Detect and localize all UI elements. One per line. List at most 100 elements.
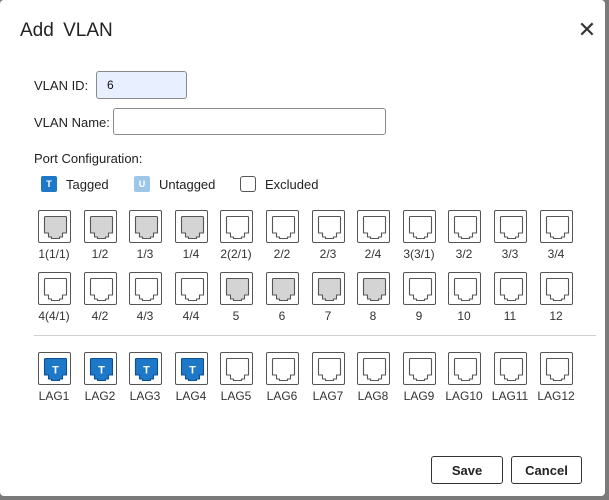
port-2-3[interactable]: 2/3	[312, 210, 348, 261]
cancel-button[interactable]: Cancel	[511, 456, 582, 484]
port-icon[interactable]	[312, 272, 345, 305]
port-icon[interactable]: T	[38, 352, 71, 385]
port-icon[interactable]	[403, 272, 436, 305]
close-icon[interactable]: ✕	[576, 19, 598, 41]
lag-lag9[interactable]: LAG9	[403, 352, 439, 403]
port-icon[interactable]	[403, 210, 436, 243]
vlan-id-label: VLAN ID:	[34, 78, 89, 93]
port-label: 2/2	[273, 247, 291, 261]
port-label: 9	[415, 309, 423, 323]
lag-lag5[interactable]: LAG5	[220, 352, 256, 403]
port-label: LAG1	[38, 389, 70, 403]
port-4-4[interactable]: 4/4	[175, 272, 211, 323]
port-label: LAG6	[266, 389, 298, 403]
port-icon[interactable]: T	[175, 352, 208, 385]
port-icon[interactable]: T	[84, 352, 117, 385]
port-6[interactable]: 6	[266, 272, 302, 323]
port-icon[interactable]	[448, 210, 481, 243]
legend-untagged: U Untagged	[134, 176, 215, 192]
port-icon[interactable]	[266, 352, 299, 385]
port-icon[interactable]	[312, 210, 345, 243]
port-label: 2/3	[319, 247, 337, 261]
port-label: LAG10	[445, 389, 483, 403]
port-icon[interactable]	[448, 352, 481, 385]
port-icon[interactable]	[175, 210, 208, 243]
svg-text:T: T	[52, 365, 59, 377]
lag-lag2[interactable]: T LAG2	[84, 352, 120, 403]
vlan-id-input[interactable]	[96, 71, 187, 99]
port-label: LAG2	[84, 389, 116, 403]
port-icon[interactable]	[220, 352, 253, 385]
port-icon[interactable]	[129, 272, 162, 305]
port-icon[interactable]	[540, 272, 573, 305]
port-icon[interactable]	[175, 272, 208, 305]
port-2-2[interactable]: 2/2	[266, 210, 302, 261]
port-icon[interactable]	[494, 210, 527, 243]
port-icon[interactable]	[357, 272, 390, 305]
port-1-3[interactable]: 1/3	[129, 210, 165, 261]
port-icon[interactable]	[220, 272, 253, 305]
port-label: 3/2	[455, 247, 473, 261]
legend-excluded-label: Excluded	[265, 176, 319, 192]
port-3-3-1[interactable]: 3(3/1)	[403, 210, 439, 261]
port-label: 4/4	[182, 309, 200, 323]
port-icon[interactable]	[540, 210, 573, 243]
port-icon[interactable]: T	[129, 352, 162, 385]
port-5[interactable]: 5	[220, 272, 256, 323]
port-2-4[interactable]: 2/4	[357, 210, 393, 261]
port-3-2[interactable]: 3/2	[448, 210, 484, 261]
port-icon[interactable]	[312, 352, 345, 385]
legend-tagged-label: Tagged	[66, 176, 109, 192]
port-2-2-1[interactable]: 2(2/1)	[220, 210, 256, 261]
port-4-2[interactable]: 4/2	[84, 272, 120, 323]
port-4-4-1[interactable]: 4(4/1)	[38, 272, 74, 323]
port-3-3[interactable]: 3/3	[494, 210, 530, 261]
lag-lag6[interactable]: LAG6	[266, 352, 302, 403]
port-8[interactable]: 8	[357, 272, 393, 323]
port-icon[interactable]	[266, 210, 299, 243]
port-label: LAG9	[403, 389, 435, 403]
save-button[interactable]: Save	[431, 456, 503, 484]
port-4-3[interactable]: 4/3	[129, 272, 165, 323]
port-label: 1(1/1)	[38, 247, 70, 261]
port-7[interactable]: 7	[312, 272, 348, 323]
port-icon[interactable]	[84, 210, 117, 243]
port-11[interactable]: 11	[494, 272, 530, 323]
port-icon[interactable]	[448, 272, 481, 305]
port-icon[interactable]	[494, 352, 527, 385]
lag-lag4[interactable]: T LAG4	[175, 352, 211, 403]
port-label: 1/4	[182, 247, 200, 261]
port-icon[interactable]	[540, 352, 573, 385]
vlan-name-input[interactable]	[113, 108, 386, 135]
port-label: LAG4	[175, 389, 207, 403]
port-icon[interactable]	[220, 210, 253, 243]
port-icon[interactable]	[129, 210, 162, 243]
lag-lag8[interactable]: LAG8	[357, 352, 393, 403]
lag-lag12[interactable]: LAG12	[537, 352, 576, 403]
port-icon[interactable]	[84, 272, 117, 305]
port-icon[interactable]	[403, 352, 436, 385]
port-icon[interactable]	[38, 210, 71, 243]
port-label: 3(3/1)	[403, 247, 435, 261]
port-icon[interactable]	[357, 210, 390, 243]
lag-lag3[interactable]: T LAG3	[129, 352, 165, 403]
port-label: 5	[232, 309, 240, 323]
lag-lag10[interactable]: LAG10	[445, 352, 484, 403]
port-label: LAG5	[220, 389, 252, 403]
divider	[34, 335, 596, 336]
port-1-4[interactable]: 1/4	[175, 210, 211, 261]
lag-lag7[interactable]: LAG7	[312, 352, 348, 403]
port-icon[interactable]	[357, 352, 390, 385]
port-icon[interactable]	[266, 272, 299, 305]
lag-lag1[interactable]: T LAG1	[38, 352, 74, 403]
port-3-4[interactable]: 3/4	[540, 210, 576, 261]
port-1-2[interactable]: 1/2	[84, 210, 120, 261]
port-icon[interactable]	[494, 272, 527, 305]
port-9[interactable]: 9	[403, 272, 439, 323]
lag-lag11[interactable]: LAG11	[492, 352, 530, 403]
port-12[interactable]: 12	[540, 272, 576, 323]
port-10[interactable]: 10	[448, 272, 484, 323]
port-icon[interactable]	[38, 272, 71, 305]
port-label: LAG7	[312, 389, 344, 403]
port-1-1-1[interactable]: 1(1/1)	[38, 210, 74, 261]
